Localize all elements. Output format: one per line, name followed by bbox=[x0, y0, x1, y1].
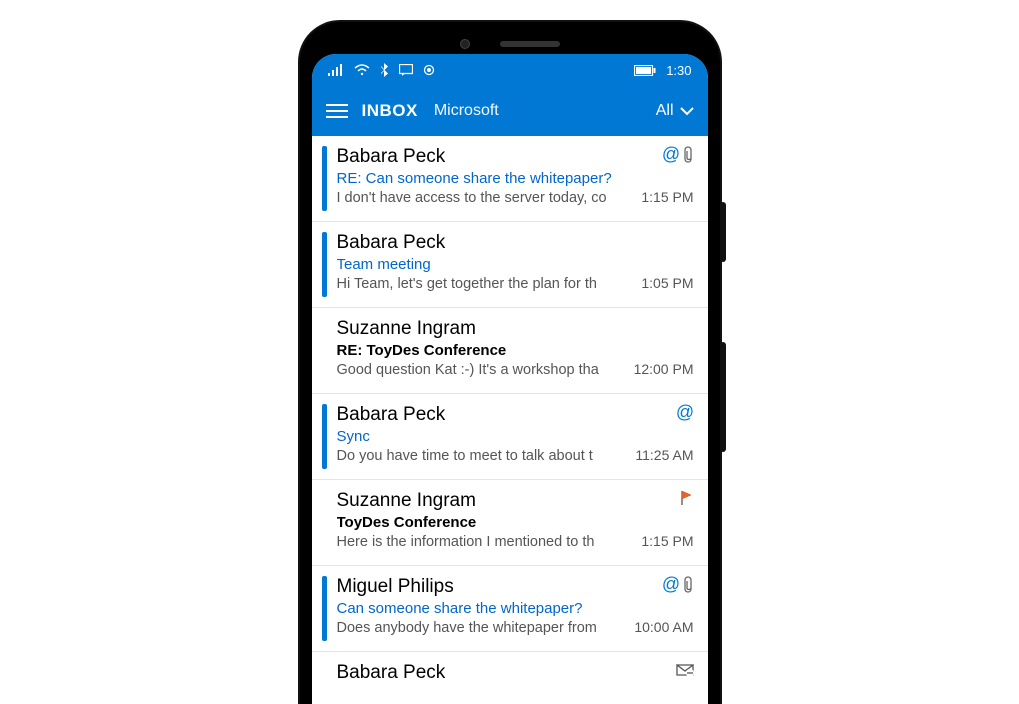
email-item[interactable]: Suzanne Ingram ToyDes Conference Here is t… bbox=[312, 480, 708, 566]
svg-text:@: @ bbox=[676, 404, 694, 422]
app-bar: INBOX Microsoft All bbox=[312, 86, 708, 136]
email-subject: ToyDes Conference bbox=[337, 514, 694, 531]
inbox-title: INBOX bbox=[362, 101, 418, 121]
unread-indicator bbox=[322, 318, 327, 383]
sender-name: Miguel Philips bbox=[337, 576, 454, 598]
email-subject: RE: Can someone share the whitepaper? bbox=[337, 170, 694, 187]
draft-icon bbox=[676, 662, 694, 677]
email-time: 12:00 PM bbox=[634, 361, 694, 377]
email-content: Miguel Philips @ Can someone share the whi… bbox=[337, 576, 694, 641]
email-content: Babara Peck @ Sync Do you have time to meet… bbox=[337, 404, 694, 469]
email-item[interactable]: Miguel Philips @ Can someone share the whi… bbox=[312, 566, 708, 652]
email-indicators: @ bbox=[662, 576, 694, 594]
email-time: 10:00 AM bbox=[634, 619, 693, 635]
sender-name: Suzanne Ingram bbox=[337, 490, 476, 512]
mention-icon: @ bbox=[676, 404, 694, 422]
location-icon bbox=[423, 64, 435, 76]
email-preview: Here is the information I mentioned to t… bbox=[337, 534, 632, 550]
menu-button[interactable] bbox=[326, 104, 348, 118]
status-right: 1:30 bbox=[634, 63, 691, 78]
unread-indicator bbox=[322, 232, 327, 297]
attachment-icon bbox=[684, 576, 694, 594]
sender-name: Suzanne Ingram bbox=[337, 318, 476, 340]
unread-indicator bbox=[322, 576, 327, 641]
status-bar: 1:30 bbox=[312, 54, 708, 86]
svg-text:@: @ bbox=[662, 146, 680, 164]
filter-label: All bbox=[656, 102, 674, 120]
phone-frame: 1:30 INBOX Microsoft All Babara Peck @ RE:… bbox=[300, 22, 720, 704]
unread-indicator bbox=[322, 490, 327, 555]
email-preview: Do you have time to meet to talk about t bbox=[337, 448, 626, 464]
status-left bbox=[328, 63, 435, 77]
unread-indicator bbox=[322, 404, 327, 469]
sender-name: Babara Peck bbox=[337, 232, 446, 254]
battery-icon bbox=[634, 65, 656, 76]
email-subject: Team meeting bbox=[337, 256, 694, 273]
email-subject: Can someone share the whitepaper? bbox=[337, 600, 694, 617]
sender-name: Babara Peck bbox=[337, 146, 446, 168]
power-button bbox=[720, 342, 726, 452]
bluetooth-icon bbox=[380, 63, 389, 77]
email-indicators bbox=[676, 662, 694, 677]
email-item[interactable]: Babara Peck @ RE: Can someone share the wh… bbox=[312, 136, 708, 222]
chevron-down-icon bbox=[680, 107, 694, 116]
email-content: Babara Peck bbox=[337, 662, 694, 704]
email-indicators bbox=[680, 490, 694, 506]
svg-text:@: @ bbox=[662, 576, 680, 594]
email-content: Suzanne Ingram ToyDes Conference Here is t… bbox=[337, 490, 694, 555]
email-content: Babara Peck Team meeting Hi Team, let's ge… bbox=[337, 232, 694, 297]
mention-icon: @ bbox=[662, 146, 680, 164]
screen: 1:30 INBOX Microsoft All Babara Peck @ RE:… bbox=[312, 54, 708, 704]
email-preview: Good question Kat :-) It's a workshop th… bbox=[337, 362, 624, 378]
email-subject: RE: ToyDes Conference bbox=[337, 342, 694, 359]
unread-indicator bbox=[322, 662, 327, 704]
email-indicators: @ bbox=[662, 146, 694, 164]
phone-speaker bbox=[500, 41, 560, 47]
mention-icon: @ bbox=[662, 576, 680, 594]
email-time: 1:05 PM bbox=[641, 275, 693, 291]
flag-icon bbox=[680, 490, 694, 506]
email-preview: Hi Team, let's get together the plan for… bbox=[337, 276, 632, 292]
email-preview: Does anybody have the whitepaper from bbox=[337, 620, 625, 636]
volume-button bbox=[720, 202, 726, 262]
attachment-icon bbox=[684, 146, 694, 164]
email-item[interactable]: Babara Peck @ Sync Do you have time to meet… bbox=[312, 394, 708, 480]
message-icon bbox=[399, 64, 413, 76]
email-item[interactable]: Babara Peck bbox=[312, 652, 708, 704]
sender-name: Babara Peck bbox=[337, 404, 446, 426]
sender-name: Babara Peck bbox=[337, 662, 446, 684]
email-time: 1:15 PM bbox=[641, 189, 693, 205]
email-item[interactable]: Babara Peck Team meeting Hi Team, let's ge… bbox=[312, 222, 708, 308]
unread-indicator bbox=[322, 146, 327, 211]
email-list[interactable]: Babara Peck @ RE: Can someone share the wh… bbox=[312, 136, 708, 704]
phone-hardware bbox=[312, 34, 708, 54]
email-subject: Sync bbox=[337, 428, 694, 445]
filter-dropdown[interactable]: All bbox=[656, 102, 694, 120]
status-time: 1:30 bbox=[666, 63, 691, 78]
email-time: 11:25 AM bbox=[635, 447, 693, 463]
email-preview: I don't have access to the server today,… bbox=[337, 190, 632, 206]
email-indicators: @ bbox=[676, 404, 694, 422]
email-content: Babara Peck @ RE: Can someone share the wh… bbox=[337, 146, 694, 211]
email-time: 1:15 PM bbox=[641, 533, 693, 549]
phone-camera bbox=[460, 39, 470, 49]
email-item[interactable]: Suzanne Ingram RE: ToyDes Conference Good … bbox=[312, 308, 708, 394]
wifi-icon bbox=[354, 64, 370, 76]
signal-icon bbox=[328, 64, 344, 76]
account-label: Microsoft bbox=[434, 102, 499, 120]
email-content: Suzanne Ingram RE: ToyDes Conference Good … bbox=[337, 318, 694, 383]
